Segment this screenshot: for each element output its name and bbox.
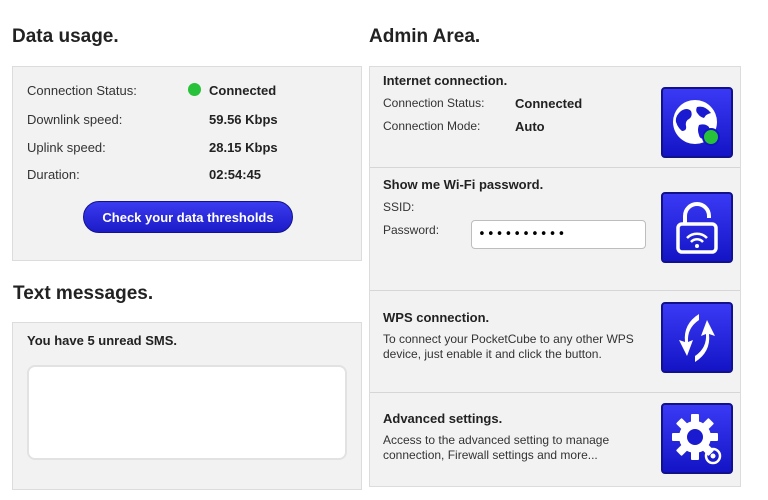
unlock-wifi-icon [676,201,718,254]
duration-label: Duration: [27,167,80,182]
advanced-settings-title: Advanced settings. [383,411,503,426]
advanced-settings-text: Access to the advanced setting to manage… [383,433,610,462]
internet-mode-label: Connection Mode: [383,119,481,133]
internet-status-label: Connection Status: [383,96,485,110]
downlink-speed-value: 59.56 Kbps [209,112,278,127]
globe-icon [673,99,720,146]
data-usage-panel: Connection Status: Connected Downlink sp… [12,66,362,261]
wps-arrows-icon [679,313,715,362]
wifi-password-card: Show me Wi-Fi password. SSID: Password: [370,168,740,291]
unread-sms-text: You have 5 unread SMS. [27,333,178,348]
connection-status-dot [188,83,201,96]
downlink-speed-label: Downlink speed: [27,112,123,127]
internet-connection-button[interactable] [661,87,733,158]
advanced-settings-button[interactable] [661,403,733,474]
gear-icon [672,413,722,464]
uplink-speed-label: Uplink speed: [27,140,106,155]
ssid-label: SSID: [383,200,415,214]
wifi-password-field[interactable] [471,220,646,249]
admin-panel: Internet connection. Connection Status: … [369,66,741,487]
internet-connection-title: Internet connection. [383,73,508,88]
wps-connection-title: WPS connection. [383,310,490,325]
internet-status-value: Connected [515,96,583,111]
admin-area-title: Admin Area. [369,26,481,47]
check-data-thresholds-button[interactable]: Check your data thresholds [83,201,293,233]
connection-status-value: Connected [209,83,277,98]
sms-list-box[interactable] [27,365,347,460]
password-label: Password: [383,223,440,237]
wps-connection-text: To connect your PocketCube to any other … [383,332,634,361]
data-usage-title: Data usage. [12,26,119,47]
internet-connection-card: Internet connection. Connection Status: … [370,67,740,168]
connection-status-label: Connection Status: [27,83,137,98]
wps-connection-card: WPS connection. To connect your PocketCu… [370,291,740,393]
show-wifi-password-button[interactable] [661,192,733,263]
uplink-speed-value: 28.15 Kbps [209,140,278,155]
internet-mode-value: Auto [515,119,545,134]
wifi-password-title: Show me Wi-Fi password. [383,177,544,192]
text-messages-title: Text messages. [13,283,154,304]
advanced-settings-card: Advanced settings. Access to the advance… [370,393,740,488]
duration-value: 02:54:45 [209,167,262,182]
text-messages-panel: You have 5 unread SMS. [12,322,362,490]
wps-connection-button[interactable] [661,302,733,373]
